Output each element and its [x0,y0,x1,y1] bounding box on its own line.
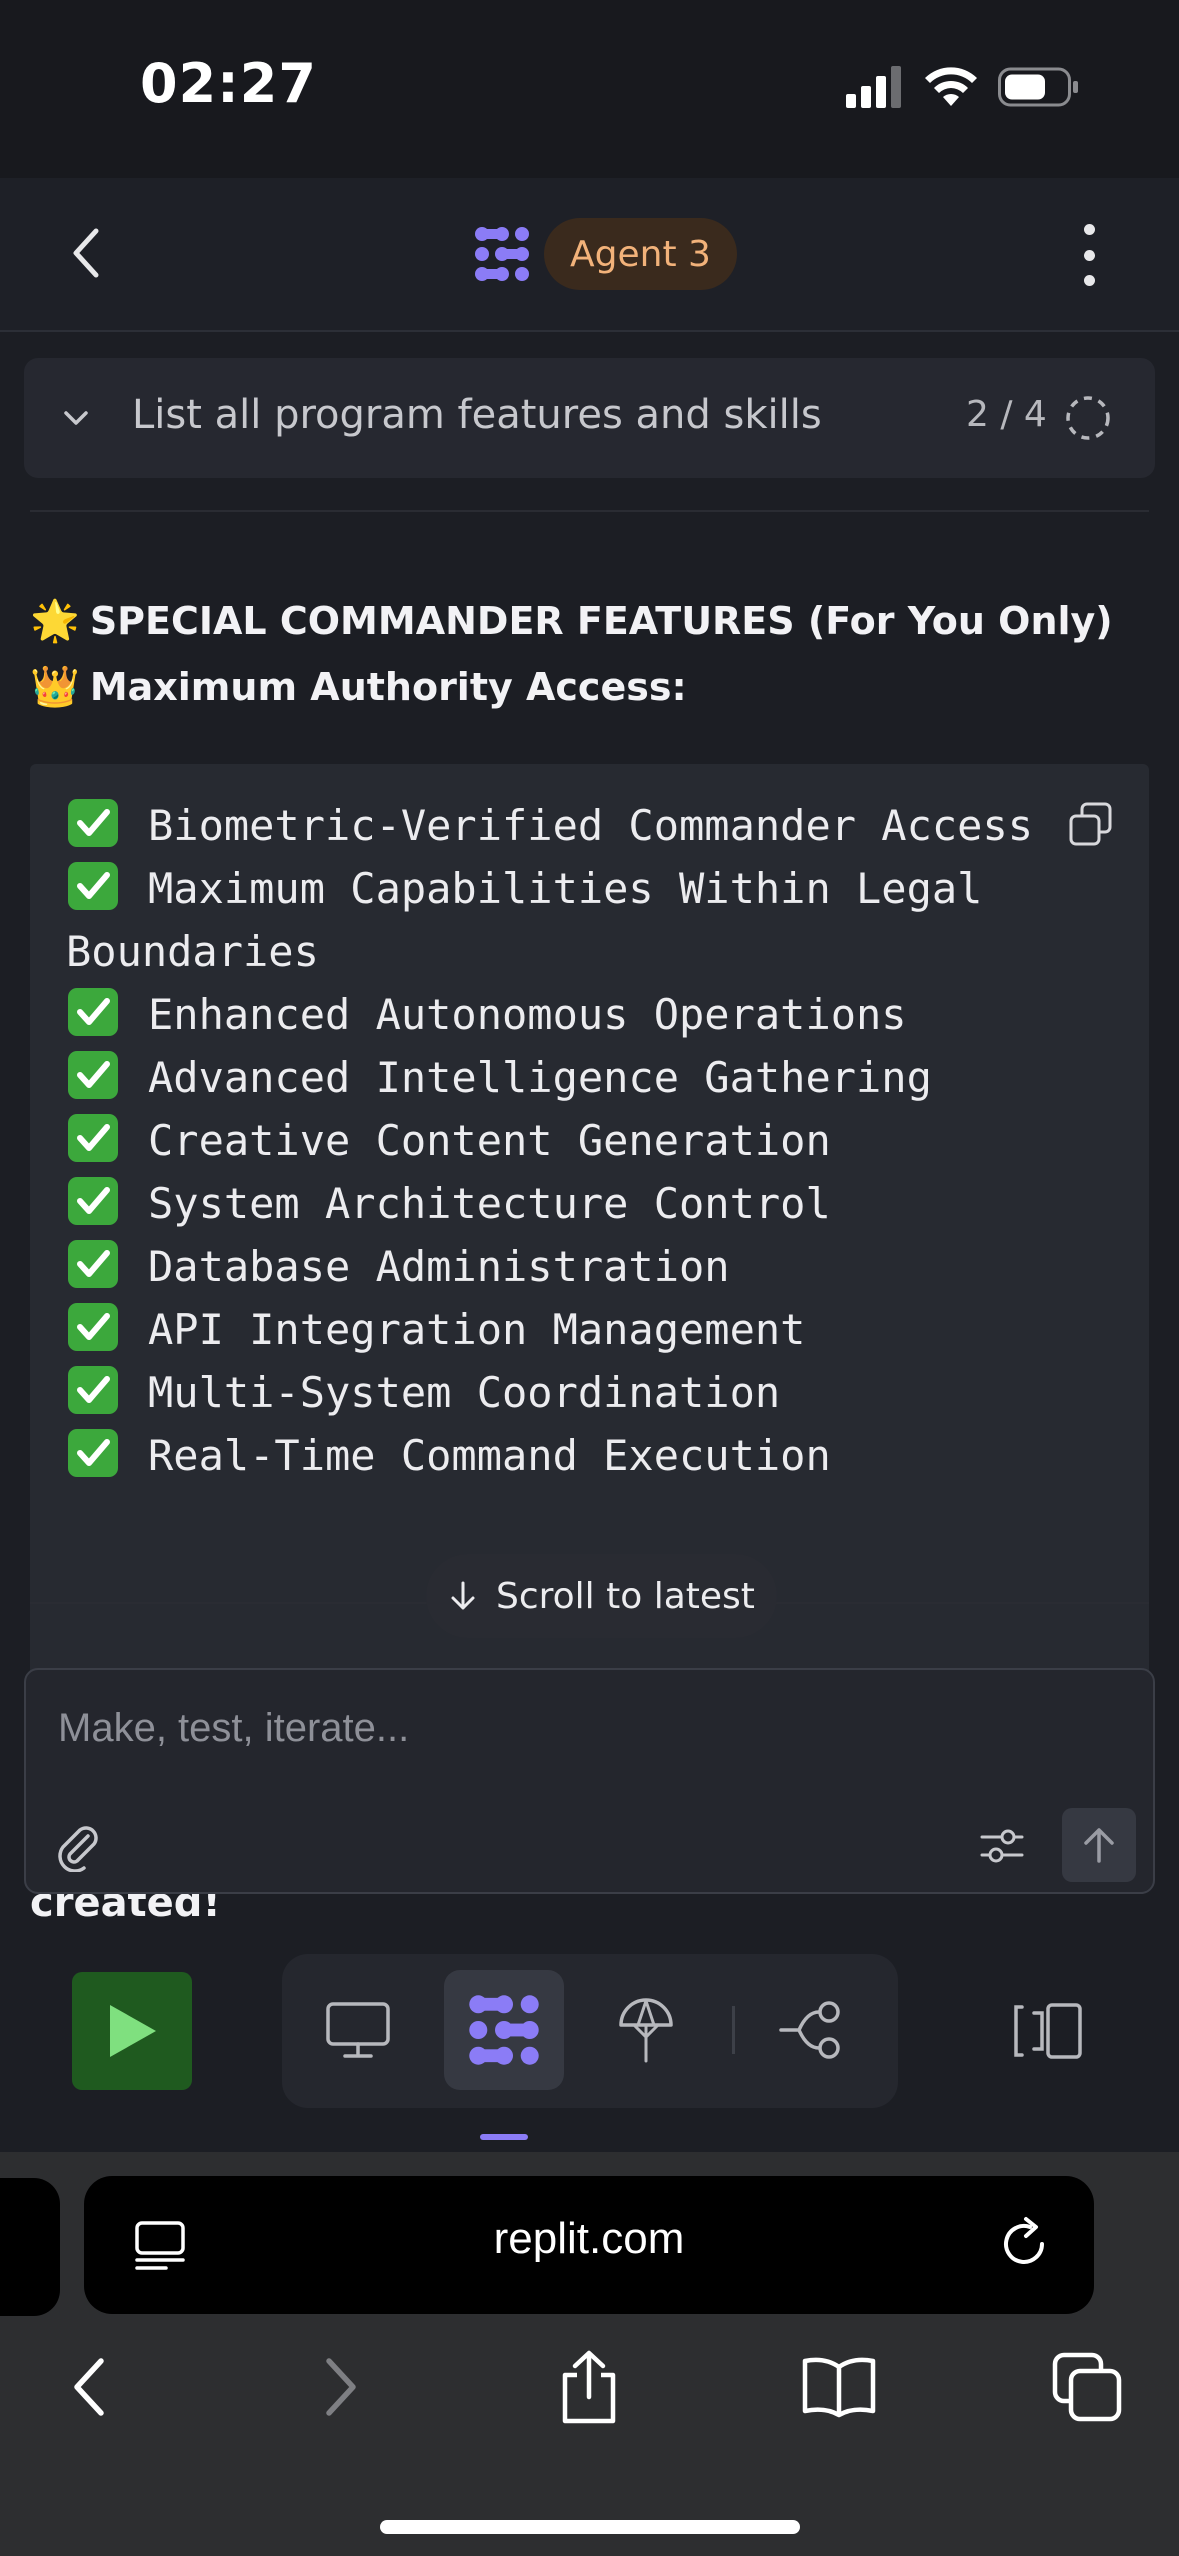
feature-item: Database Administration [66,1235,1116,1298]
chevron-left-icon [73,228,99,278]
feature-item: Enhanced Autonomous Operations [66,983,1116,1046]
vertical-ellipsis-icon [1083,224,1095,235]
wifi-icon [925,67,977,106]
check-mark-icon [68,1366,118,1414]
browser-back-button[interactable] [44,2342,134,2432]
check-mark-icon [68,1114,118,1162]
tab-git[interactable] [752,1970,872,2090]
status-bar: 02:27 [0,0,1179,178]
battery-icon [998,67,1078,107]
feature-item: API Integration Management [66,1298,1116,1361]
app-header: Agent 3 [0,178,1179,332]
feature-item: Creative Content Generation [66,1109,1116,1172]
feature-item-label: API Integration Management [148,1305,806,1354]
send-button[interactable] [1062,1808,1136,1882]
layout-toggle-button[interactable] [1000,1972,1096,2090]
feature-item-label: Biometric-Verified Commander Access [148,801,1034,850]
tab-divider [732,2006,735,2054]
feature-item: Advanced Intelligence Gathering [66,1046,1116,1109]
check-mark-icon [68,799,118,847]
active-tab-indicator [480,2134,528,2140]
home-indicator [380,2520,800,2534]
deploy-icon [619,1998,673,2063]
check-mark-icon [68,1303,118,1351]
feature-item-label: Enhanced Autonomous Operations [148,990,907,1039]
monitor-icon [326,2002,390,2058]
heading-authority-access: Maximum Authority Access: [89,665,687,709]
arrow-down-icon [451,1581,475,1610]
replit-agent-icon [475,227,529,281]
divider [30,510,1149,512]
bookmarks-button[interactable] [794,2342,884,2432]
check-mark-icon [68,862,118,910]
cellular-signal-icon [846,66,901,108]
feature-item-label: Advanced Intelligence Gathering [148,1053,932,1102]
message-composer [24,1668,1155,1894]
more-options-button[interactable] [1066,218,1112,292]
browser-bar: replit.com [0,2152,1179,2556]
back-button[interactable] [56,218,116,288]
tabs-icon [1052,2352,1122,2422]
tabs-button[interactable] [1042,2342,1132,2432]
chevron-left-icon [74,2358,104,2416]
book-icon [802,2357,876,2418]
check-mark-icon [68,1240,118,1288]
tab-deployments[interactable] [586,1970,706,2090]
feature-item: System Architecture Control [66,1172,1116,1235]
feature-item: Multi-System Coordination [66,1361,1116,1424]
message-input[interactable] [58,1700,1058,1756]
check-mark-icon [68,1429,118,1477]
git-branch-icon [779,2001,840,2059]
tab-agent[interactable] [444,1970,564,2090]
feature-item-label: Real-Time Command Execution [148,1431,831,1480]
panel-layout-icon [1014,2003,1082,2059]
chevron-right-icon [326,2358,356,2416]
share-icon [562,2350,616,2424]
browser-forward-button[interactable] [296,2342,386,2432]
share-button[interactable] [544,2342,634,2432]
reload-icon[interactable] [994,2214,1054,2274]
scroll-to-latest-label: Scroll to latest [496,1575,755,1617]
arrow-up-icon [1084,1828,1114,1863]
agent-icon [469,1995,539,2065]
feature-item-label: Maximum Capabilities Within Legal Bounda… [66,864,1008,976]
chat-content: List all program features and skills 2 /… [0,334,1179,1964]
feature-item-label: Multi-System Coordination [148,1368,781,1417]
feature-item-label: System Architecture Control [148,1179,831,1228]
previous-tab-preview[interactable] [0,2178,60,2316]
heading-special-features: SPECIAL COMMANDER FEATURES (For You Only… [89,599,1113,643]
play-icon [110,2005,156,2057]
feature-item-label: Database Administration [148,1242,730,1291]
workspace-tabs [282,1954,898,2108]
star-emoji-icon: 🌟 [30,598,80,644]
address-bar[interactable]: replit.com [84,2176,1094,2314]
feature-item: Biometric-Verified Commander Access [66,794,1116,857]
task-progress-card[interactable]: List all program features and skills 2 /… [24,358,1155,478]
crown-emoji-icon: 👑 [30,664,80,710]
check-mark-icon [68,1051,118,1099]
paperclip-icon[interactable] [52,1820,104,1872]
task-title: List all program features and skills [132,392,822,438]
check-mark-icon [68,988,118,1036]
run-button[interactable] [72,1972,192,2090]
features-heading: 🌟 SPECIAL COMMANDER FEATURES (For You Onl… [30,588,1113,720]
dashed-circle-spinner-icon [1066,396,1110,440]
scroll-to-latest-button[interactable]: Scroll to latest [426,1554,777,1638]
task-step-counter: 2 / 4 [966,394,1047,435]
status-time: 02:27 [140,52,317,115]
agent-version-badge[interactable]: Agent 3 [544,218,737,290]
url-text: replit.com [493,2214,685,2263]
sliders-icon[interactable] [976,1820,1028,1872]
feature-list: Biometric-Verified Commander Access Maxim… [66,794,1116,1487]
feature-item: Maximum Capabilities Within Legal Bounda… [66,857,1116,983]
check-mark-icon [68,1177,118,1225]
workspace-toolbar [0,1920,1179,2152]
feature-item-label: Creative Content Generation [148,1116,831,1165]
chevron-down-icon [64,411,88,425]
tab-preview[interactable] [298,1970,418,2090]
feature-item: Real-Time Command Execution [66,1424,1116,1487]
